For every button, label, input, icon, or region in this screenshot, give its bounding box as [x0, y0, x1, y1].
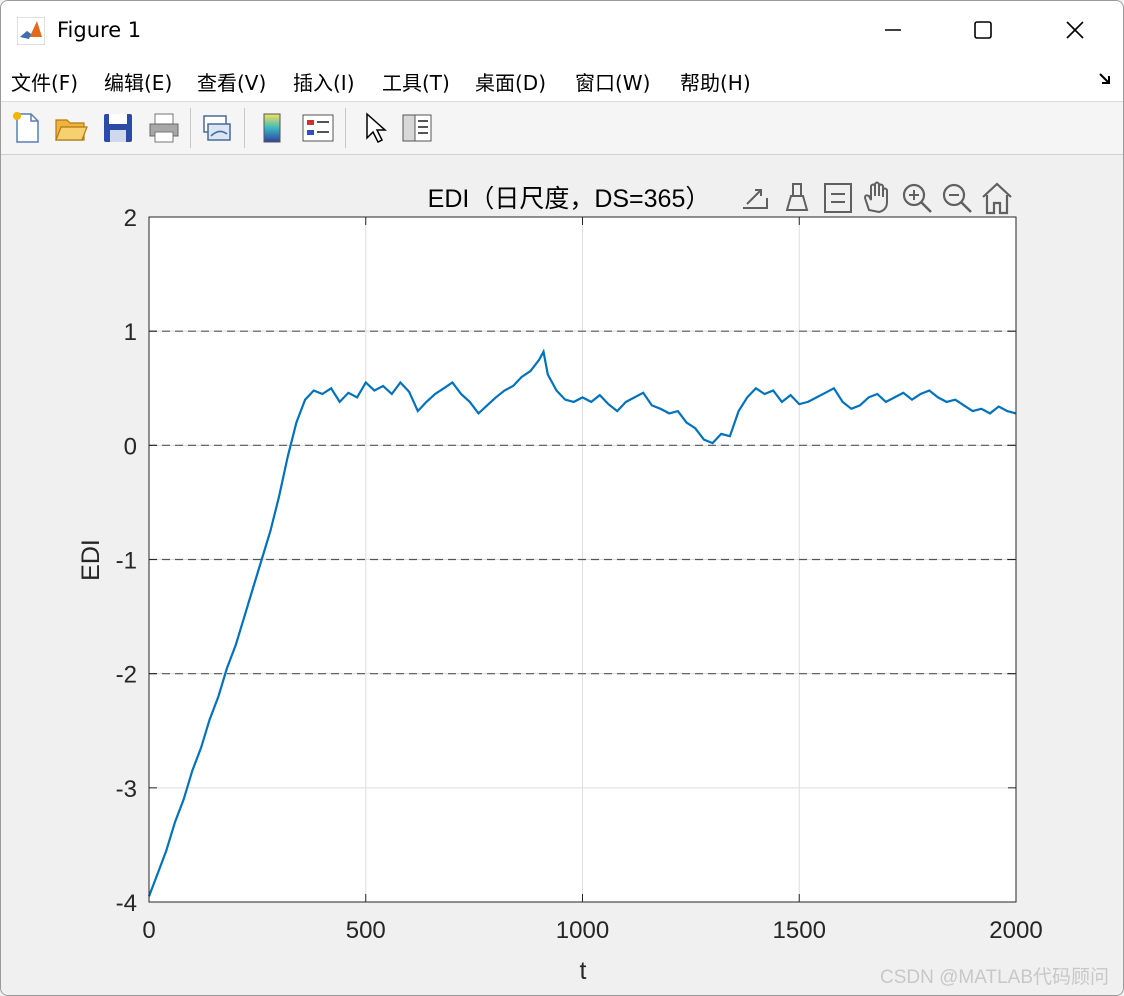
new-figure-icon[interactable]	[9, 110, 45, 146]
edit-plot-pointer-icon[interactable]	[357, 110, 393, 146]
menu-insert[interactable]: 插入(I)	[293, 67, 355, 96]
brush-icon[interactable]	[785, 183, 809, 211]
y-tick-label: 1	[124, 319, 137, 346]
chart-title: EDI（日尺度，DS=365）	[428, 185, 711, 213]
maximize-button[interactable]	[937, 1, 1029, 59]
x-tick-label: 2000	[989, 917, 1042, 944]
y-tick-label: -2	[116, 662, 137, 689]
toolbar-separator	[190, 108, 191, 148]
y-tick-label: 2	[124, 205, 137, 232]
title-bar: Figure 1	[1, 1, 1123, 59]
x-tick-label: 1500	[773, 917, 826, 944]
menu-bar: 文件(F) 编辑(E) 查看(V) 插入(I) 工具(T) 桌面(D) 窗口(W…	[1, 59, 1123, 102]
x-tick-label: 500	[346, 917, 386, 944]
figure-toolbar	[1, 102, 1123, 155]
toolbar-separator	[244, 108, 245, 148]
close-icon	[1066, 21, 1084, 39]
dock-arrow-icon[interactable]	[1097, 71, 1113, 87]
y-axis-label: EDI	[77, 539, 105, 581]
y-tick-label: -1	[116, 548, 137, 575]
close-button[interactable]	[1029, 1, 1121, 59]
window-title: Figure 1	[57, 18, 142, 42]
property-inspector-icon[interactable]	[399, 110, 435, 146]
edi-line-chart[interactable]: 0 500 1000 1500 2000 -4 -3 -2 -1 0 1 2 EDI（日尺度，DS=3…	[1, 155, 1123, 995]
toolbar-separator	[345, 108, 346, 148]
menu-view[interactable]: 查看(V)	[197, 67, 266, 96]
insert-legend-icon[interactable]	[300, 110, 336, 146]
link-plot-icon[interactable]	[199, 110, 235, 146]
print-icon[interactable]	[146, 110, 182, 146]
figure-window: Figure 1 文件(F) 编辑(E) 查看(V) 插入(I) 工具(T) 桌…	[0, 0, 1124, 996]
maximize-icon	[974, 21, 992, 39]
zoom-out-icon[interactable]	[942, 183, 972, 213]
y-tick-label: -3	[116, 776, 137, 803]
menu-window[interactable]: 窗口(W)	[575, 67, 650, 96]
menu-file[interactable]: 文件(F)	[11, 67, 78, 96]
insert-colorbar-icon[interactable]	[254, 110, 290, 146]
restore-view-home-icon[interactable]	[982, 182, 1012, 215]
minimize-icon	[885, 29, 901, 31]
open-file-icon[interactable]	[53, 110, 89, 146]
minimize-button[interactable]	[847, 1, 939, 59]
menu-help[interactable]: 帮助(H)	[680, 67, 751, 96]
pan-hand-icon[interactable]	[863, 181, 888, 214]
x-axis-label: t	[580, 957, 587, 985]
figure-canvas[interactable]: 0 500 1000 1500 2000 -4 -3 -2 -1 0 1 2 EDI（日尺度，DS=3…	[1, 155, 1123, 995]
y-tick-label: -4	[116, 890, 137, 917]
menu-desktop[interactable]: 桌面(D)	[475, 67, 546, 96]
zoom-in-icon[interactable]	[902, 183, 932, 213]
axes-toolbar	[743, 181, 1012, 215]
data-tips-icon[interactable]	[824, 183, 852, 213]
export-icon[interactable]	[743, 189, 768, 209]
x-tick-label: 0	[142, 917, 155, 944]
watermark-text: CSDN @MATLAB代码顾问	[879, 967, 1109, 988]
menu-tools[interactable]: 工具(T)	[382, 67, 450, 96]
matlab-logo-icon	[17, 17, 45, 45]
y-tick-label: 0	[124, 433, 137, 460]
x-tick-label: 1000	[556, 917, 609, 944]
menu-edit[interactable]: 编辑(E)	[104, 67, 172, 96]
save-icon[interactable]	[100, 110, 136, 146]
